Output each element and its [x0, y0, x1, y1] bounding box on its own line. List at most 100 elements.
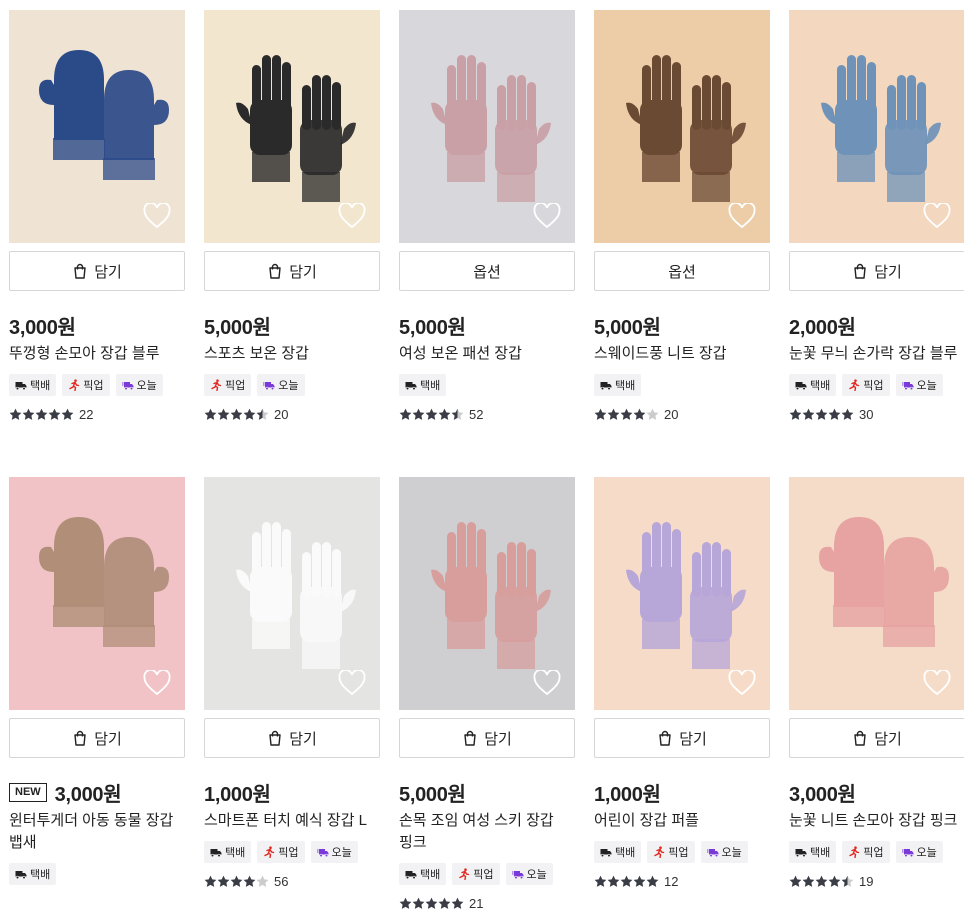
- product-card[interactable]: 담기 2,000원 눈꽃 무늬 손가락 장갑 블루 택배 픽업 오늘 30: [789, 10, 964, 422]
- product-price: 3,000원: [54, 783, 122, 806]
- star-icon: [633, 875, 646, 887]
- star-icon: [633, 408, 646, 420]
- product-name[interactable]: 스마트폰 터치 예식 장갑 L: [204, 810, 380, 832]
- product-card[interactable]: 담기 3,000원 뚜껑형 손모아 장갑 블루 택배 픽업 오늘 22: [9, 10, 185, 422]
- review-count: 21: [469, 896, 484, 911]
- star-rating: [594, 875, 659, 888]
- product-card[interactable]: 담기 5,000원손목 조임 여성 스키 장갑 핑크택배 픽업 오늘 21: [399, 477, 575, 911]
- product-thumbnail[interactable]: [204, 10, 380, 243]
- product-thumbnail[interactable]: [9, 477, 185, 710]
- product-card[interactable]: 담기 3,000원 눈꽃 니트 손모아 장갑 핑크 택배 픽업 오늘 19: [789, 477, 964, 889]
- add-to-cart-button[interactable]: 담기: [204, 718, 380, 758]
- product-thumbnail[interactable]: [9, 10, 185, 243]
- heart-outline-icon[interactable]: [338, 670, 366, 696]
- product-name[interactable]: 어린이 장갑 퍼플: [594, 810, 770, 832]
- product-card[interactable]: 담기 1,000원 어린이 장갑 퍼플 택배 픽업 오늘 12: [594, 477, 770, 889]
- product-thumbnail[interactable]: [204, 477, 380, 710]
- review-count: 19: [859, 874, 874, 889]
- product-price: 1,000원: [594, 783, 661, 806]
- heart-outline-icon[interactable]: [533, 203, 561, 229]
- heart-outline-icon[interactable]: [923, 670, 951, 696]
- heart-outline-icon[interactable]: [923, 203, 951, 229]
- price-row: 1,000원: [204, 780, 380, 806]
- add-to-cart-button[interactable]: 담기: [594, 718, 770, 758]
- product-grid: 담기 3,000원 뚜껑형 손모아 장갑 블루 택배 픽업 오늘 22 담기 5,000원 스포츠…: [0, 0, 964, 917]
- fast-truck-icon: [263, 379, 275, 391]
- delivery-tag: 오늘: [895, 841, 943, 863]
- shopping-bag-icon: [269, 263, 281, 279]
- shopping-bag-icon: [854, 263, 866, 279]
- product-thumbnail[interactable]: [594, 477, 770, 710]
- fast-truck-icon: [316, 846, 329, 858]
- star-icon: [620, 408, 633, 420]
- heart-outline-icon[interactable]: [533, 670, 561, 696]
- tag-label: 픽업: [83, 380, 104, 392]
- rating: 30: [789, 407, 964, 422]
- product-card[interactable]: 옵션 5,000원 스웨이드풍 니트 장갑 택배 20: [594, 10, 770, 422]
- product-name[interactable]: 손목 조임 여성 스키 장갑 핑크: [399, 810, 575, 854]
- product-name[interactable]: 뚜껑형 손모아 장갑 블루: [9, 343, 185, 365]
- price-row: 3,000원: [9, 313, 185, 339]
- product-thumbnail[interactable]: [399, 477, 575, 710]
- rating: 52: [399, 407, 575, 422]
- product-name[interactable]: 여성 보온 패션 장갑: [399, 343, 575, 365]
- delivery-tag: 픽업: [257, 841, 305, 863]
- delivery-tag: 오늘: [700, 841, 748, 863]
- product-card[interactable]: 담기 1,000원 스마트폰 터치 예식 장갑 L 택배 픽업 오늘 56: [204, 477, 380, 889]
- rating: 20: [204, 407, 380, 422]
- delivery-tag: 택배: [399, 374, 447, 396]
- product-name[interactable]: 눈꽃 니트 손모아 장갑 핑크: [789, 810, 964, 832]
- star-half-icon: [841, 875, 854, 887]
- product-card[interactable]: 옵션 5,000원여성 보온 패션 장갑택배 52: [399, 10, 575, 422]
- add-to-cart-button[interactable]: 담기: [9, 718, 185, 758]
- heart-outline-icon[interactable]: [728, 203, 756, 229]
- product-price: 3,000원: [9, 316, 76, 339]
- price-row: 5,000원: [399, 780, 575, 806]
- product-name[interactable]: 스포츠 보온 장갑: [204, 343, 380, 365]
- delivery-tag: 택배: [9, 863, 57, 885]
- price-row: 5,000원: [399, 313, 575, 339]
- star-icon: [230, 875, 243, 887]
- add-to-cart-button[interactable]: 담기: [789, 251, 964, 291]
- add-to-cart-button[interactable]: 담기: [789, 718, 964, 758]
- product-name[interactable]: 눈꽃 무늬 손가락 장갑 블루: [789, 343, 964, 365]
- truck-icon: [600, 846, 612, 858]
- rating: 21: [399, 896, 575, 911]
- cta-label: 담기: [874, 730, 902, 748]
- product-name[interactable]: 윈터투게더 아동 동물 장갑 뱁새: [9, 810, 185, 854]
- product-thumbnail[interactable]: [399, 10, 575, 243]
- star-icon: [789, 875, 802, 887]
- product-thumbnail[interactable]: [789, 477, 964, 710]
- delivery-tags: 택배 픽업 오늘: [399, 863, 575, 885]
- add-to-cart-button[interactable]: 담기: [9, 251, 185, 291]
- new-badge: NEW: [9, 782, 47, 802]
- cta-label: 담기: [94, 263, 122, 281]
- tag-label: 택배: [225, 847, 246, 859]
- heart-outline-icon[interactable]: [338, 203, 366, 229]
- cta-label: 담기: [289, 730, 317, 748]
- delivery-tags: 택배: [399, 374, 575, 396]
- product-card[interactable]: 담기 5,000원 스포츠 보온 장갑 픽업 오늘 20: [204, 10, 380, 422]
- rating: 12: [594, 874, 770, 889]
- add-to-cart-button[interactable]: 담기: [399, 718, 575, 758]
- delivery-tag: 픽업: [842, 841, 890, 863]
- add-to-cart-button[interactable]: 담기: [204, 251, 380, 291]
- option-button[interactable]: 옵션: [594, 251, 770, 291]
- shopping-bag-icon: [74, 263, 86, 279]
- tag-label: 택배: [615, 847, 636, 859]
- product-card[interactable]: 담기 NEW 3,000원윈터투게더 아동 동물 장갑 뱁새택배: [9, 477, 185, 885]
- heart-outline-icon[interactable]: [143, 203, 171, 229]
- runner-icon: [263, 846, 275, 858]
- delivery-tag: 오늘: [257, 374, 305, 396]
- runner-icon: [848, 379, 860, 391]
- product-name[interactable]: 스웨이드풍 니트 장갑: [594, 343, 770, 365]
- tag-label: 픽업: [225, 380, 246, 392]
- star-icon: [9, 408, 22, 420]
- heart-outline-icon[interactable]: [143, 670, 171, 696]
- tag-label: 오늘: [721, 847, 742, 859]
- delivery-tag: 택배: [204, 841, 252, 863]
- option-button[interactable]: 옵션: [399, 251, 575, 291]
- heart-outline-icon[interactable]: [728, 670, 756, 696]
- product-thumbnail[interactable]: [789, 10, 964, 243]
- product-thumbnail[interactable]: [594, 10, 770, 243]
